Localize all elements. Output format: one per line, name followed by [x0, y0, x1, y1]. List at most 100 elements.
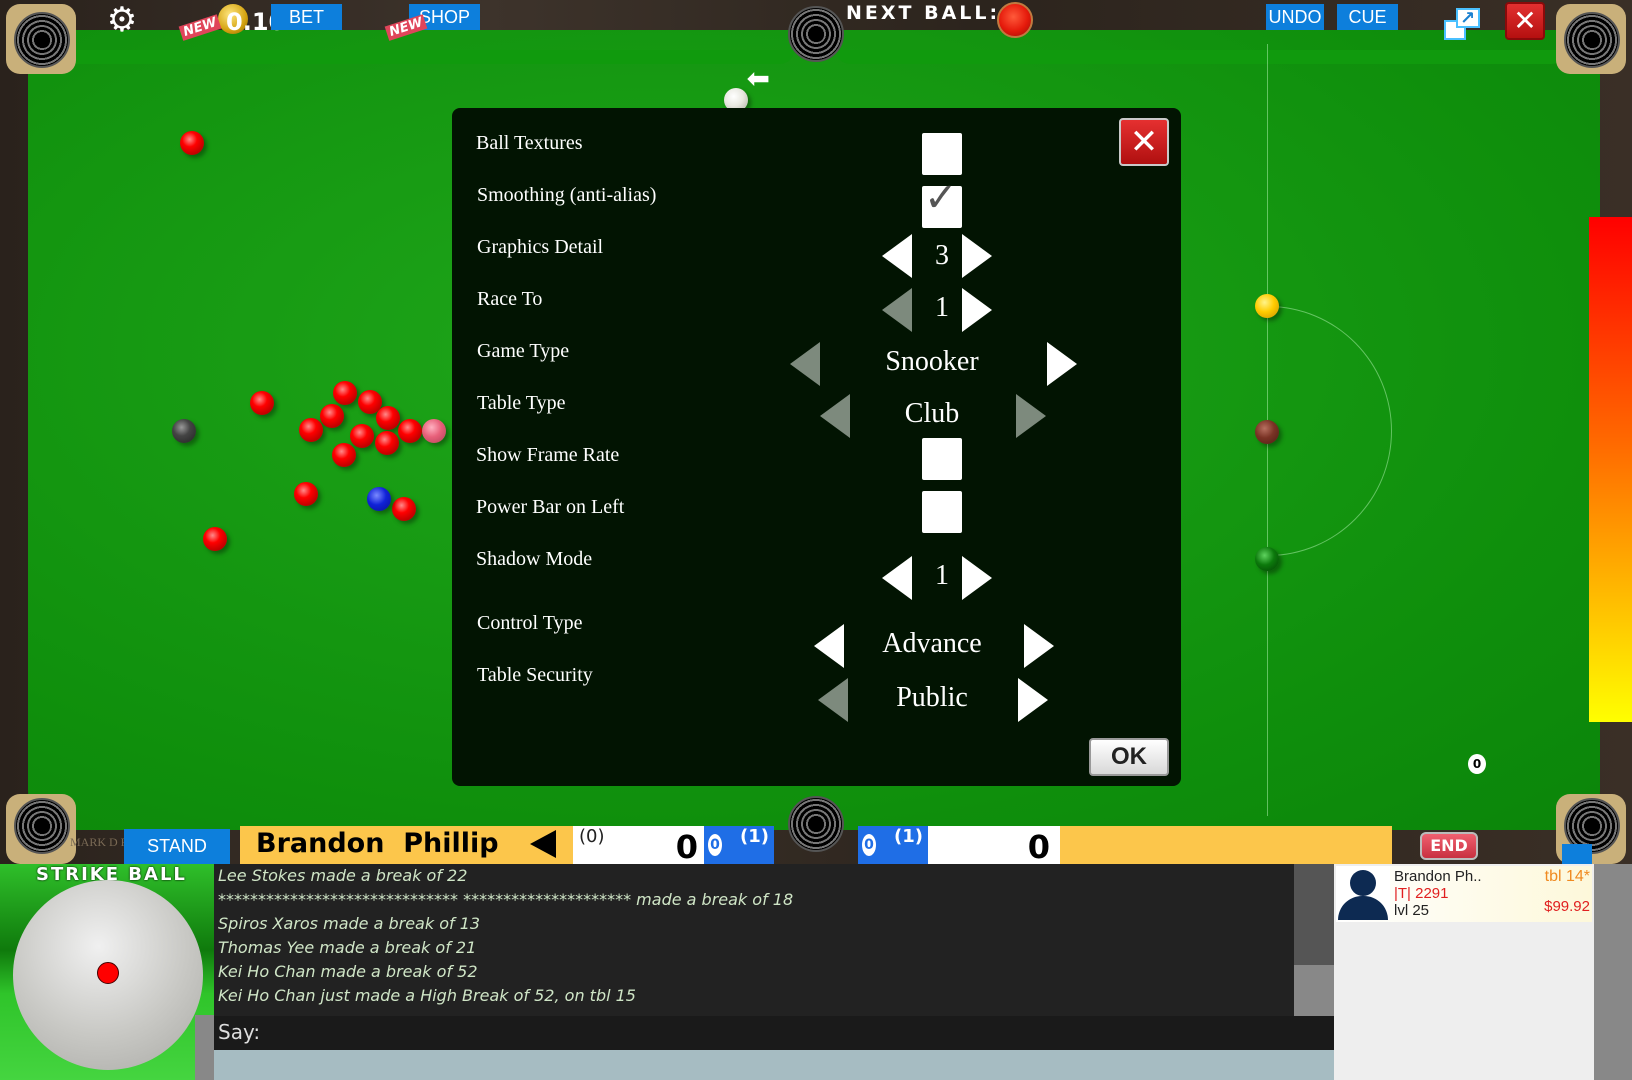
divider [195, 1015, 214, 1080]
game-type-value: Snooker [885, 346, 979, 377]
pink-ball [422, 419, 446, 443]
player1-score: 0 [675, 828, 698, 866]
label-ball-textures: Ball Textures [476, 132, 583, 154]
dialog-close-button[interactable]: ✕ [1119, 118, 1169, 166]
label-power-bar-left: Power Bar on Left [476, 496, 625, 518]
popout-icon[interactable]: ↗ [1444, 8, 1480, 40]
say-input[interactable] [274, 1018, 1324, 1048]
pocket-top-middle [788, 6, 844, 62]
game-type-next[interactable] [1047, 342, 1077, 386]
player2-frames: (1) [894, 826, 923, 847]
ball-textures-checkbox[interactable] [922, 133, 962, 175]
table-security-value: Public [896, 682, 968, 713]
shadow-mode-increase[interactable] [962, 556, 992, 600]
player2-score-panel: 0 [928, 826, 1060, 866]
avatar [1336, 866, 1390, 920]
stand-button[interactable]: STAND [124, 829, 230, 864]
player-table[interactable]: tbl 14* [1545, 868, 1590, 886]
player2-break: 0 [862, 834, 876, 856]
chat-log: Lee Stokes made a break of 22 **********… [214, 864, 1334, 1016]
chat-line: Thomas Yee made a break of 21 [218, 938, 477, 957]
close-icon[interactable]: ✕ [1505, 2, 1545, 40]
race-to-increase[interactable] [962, 288, 992, 332]
label-shadow-mode: Shadow Mode [476, 548, 593, 570]
brown-ball [1255, 420, 1279, 444]
black-ball [172, 419, 196, 443]
pocket-top-right [1564, 12, 1620, 68]
label-race-to: Race To [477, 288, 543, 310]
red-ball [375, 431, 399, 455]
blue-indicator [1562, 844, 1592, 864]
red-ball [294, 482, 318, 506]
next-ball-icon [997, 2, 1033, 38]
label-table-type: Table Type [477, 392, 566, 414]
red-ball [203, 527, 227, 551]
chat-scrollbar-thumb[interactable] [1294, 965, 1334, 1016]
undo-button[interactable]: UNDO [1266, 4, 1324, 30]
table-security-next[interactable] [1018, 678, 1048, 722]
green-ball [1255, 547, 1279, 571]
red-ball [350, 424, 374, 448]
say-label: Say: [218, 1020, 261, 1044]
power-bar-left-checkbox[interactable] [922, 491, 962, 533]
chat-line: Spiros Xaros made a break of 13 [218, 914, 481, 933]
player1-break: 0 [708, 834, 722, 856]
player1-opp-frames: (1) [740, 826, 769, 847]
player-list-scrollbar[interactable] [1594, 864, 1632, 1080]
player1-break-panel: 0 (1) [704, 826, 774, 864]
red-ball [392, 497, 416, 521]
player1-panel: Brandon Phillip [240, 826, 573, 864]
red-ball [376, 406, 400, 430]
graphics-detail-decrease[interactable] [882, 234, 912, 278]
player1-name: Brandon Phillip [256, 828, 499, 859]
next-ball-label: NEXT BALL: [846, 2, 1001, 24]
chat-scrollbar-track[interactable] [1294, 864, 1334, 965]
smoothing-checkbox[interactable]: ✓ [922, 176, 962, 228]
power-bar[interactable] [1589, 217, 1632, 722]
player-name: Brandon Ph.. [1394, 868, 1482, 885]
table-type-next[interactable] [1016, 394, 1046, 438]
top-cushion-right [836, 50, 1566, 64]
player1-score-panel: (0) 0 [573, 826, 704, 866]
game-type-prev[interactable] [790, 342, 820, 386]
chat-line: Kei Ho Chan just made a High Break of 52… [218, 986, 636, 1005]
blue-ball [367, 487, 391, 511]
label-smoothing: Smoothing (anti-alias) [477, 184, 657, 206]
say-bar[interactable]: Say: [214, 1016, 1334, 1050]
race-to-decrease[interactable] [882, 288, 912, 332]
table-type-value: Club [904, 398, 960, 429]
pocket-bottom-left [14, 798, 70, 854]
label-game-type: Game Type [477, 340, 570, 362]
bet-button[interactable]: BET [271, 4, 342, 30]
red-ball [180, 131, 204, 155]
ok-button[interactable]: OK [1089, 738, 1169, 776]
player2-panel [1060, 826, 1392, 864]
turn-indicator-icon [530, 830, 556, 858]
chat-line: ****************************** *********… [218, 890, 794, 909]
label-control-type: Control Type [477, 612, 583, 634]
label-table-security: Table Security [477, 664, 593, 686]
graphics-detail-increase[interactable] [962, 234, 992, 278]
player-rating: |T| 2291 [1394, 885, 1449, 902]
player-list-item[interactable]: Brandon Ph.. |T| 2291 lvl 25 tbl 14* $99… [1336, 866, 1592, 922]
top-cushion-left [58, 50, 794, 64]
red-ball [332, 443, 356, 467]
checkmark-icon: ✓ [924, 175, 958, 221]
end-button[interactable]: END [1420, 832, 1478, 860]
player-level: lvl 25 [1394, 902, 1430, 919]
control-type-value: Advance [882, 628, 982, 659]
red-ball [333, 381, 357, 405]
control-type-next[interactable] [1024, 624, 1054, 668]
cue-button[interactable]: CUE [1337, 4, 1398, 30]
player-list: Brandon Ph.. |T| 2291 lvl 25 tbl 14* $99… [1334, 864, 1594, 1080]
shadow-mode-decrease[interactable] [882, 556, 912, 600]
red-ball [250, 391, 274, 415]
pocket-bottom-middle [788, 796, 844, 852]
gear-icon[interactable]: ⚙ [104, 2, 140, 38]
show-frame-rate-checkbox[interactable] [922, 438, 962, 480]
label-show-frame-rate: Show Frame Rate [476, 444, 620, 466]
label-graphics-detail: Graphics Detail [477, 236, 604, 258]
settings-dialog: ✕ Ball Textures Smoothing (anti-alias) ✓… [452, 108, 1181, 786]
marker-badge: 0 [1468, 754, 1486, 774]
strike-point-marker[interactable] [97, 962, 119, 984]
